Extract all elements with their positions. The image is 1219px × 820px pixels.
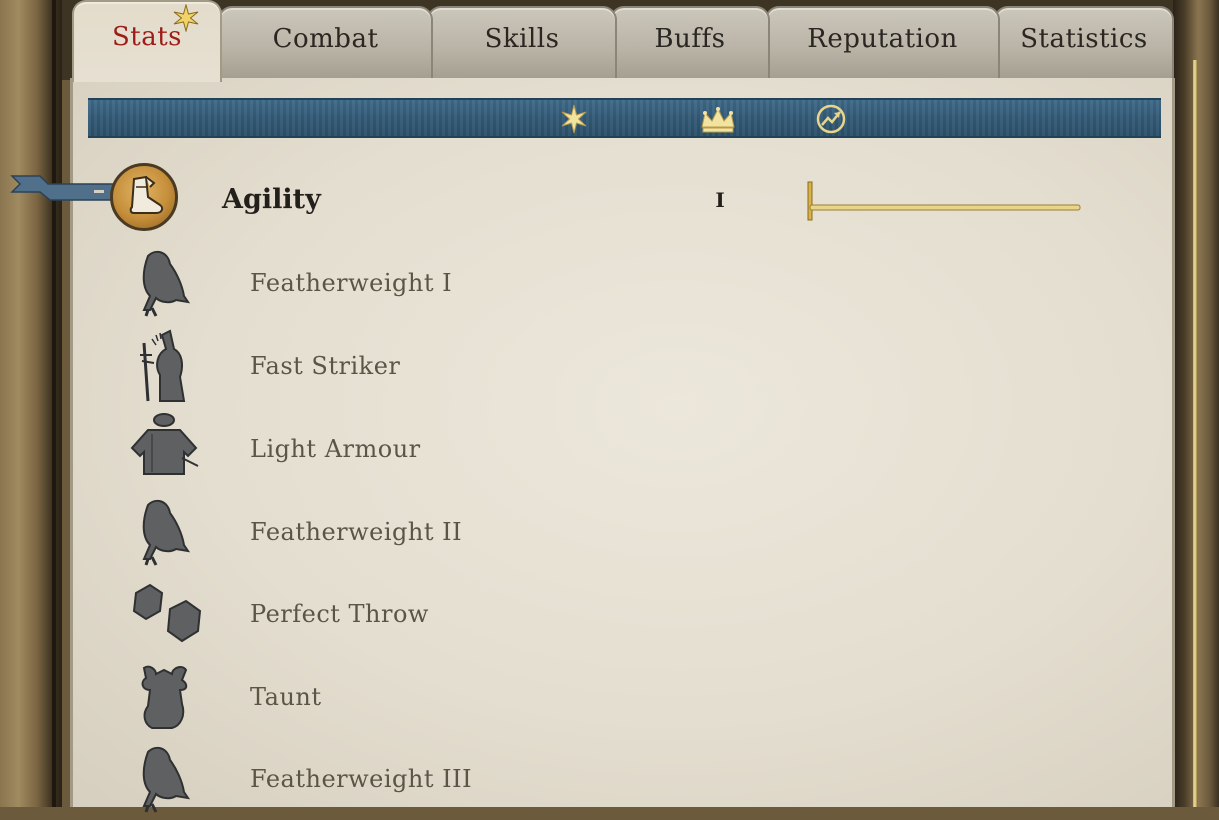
perk-label: Light Armour: [250, 435, 421, 463]
new-star-icon: [173, 4, 199, 32]
perk-perfect-throw[interactable]: Perfect Throw: [120, 575, 720, 655]
perk-label: Featherweight II: [250, 518, 463, 546]
tab-bar: Statistics Reputation Buffs Skills Comba…: [70, 0, 1175, 82]
stones-icon: [132, 583, 202, 643]
bird-icon: [142, 250, 191, 317]
progress-arrow-icon[interactable]: [815, 103, 847, 135]
frame-right: [1173, 0, 1219, 807]
perk-label: Featherweight I: [250, 269, 453, 297]
tab-buffs[interactable]: Buffs: [610, 6, 770, 78]
agility-emblem: [110, 163, 178, 231]
perk-taunt[interactable]: Taunt: [120, 658, 720, 738]
perk-featherweight-3[interactable]: Featherweight III: [120, 740, 720, 820]
frame-rod: [1193, 60, 1197, 807]
jester-icon: [141, 665, 188, 729]
star-icon[interactable]: [558, 103, 590, 135]
stat-name: Agility: [222, 184, 321, 215]
perk-label: Taunt: [250, 683, 322, 711]
tunic-icon: [130, 413, 199, 475]
perk-label: Perfect Throw: [250, 600, 429, 628]
bookmark-ribbon[interactable]: [10, 170, 118, 206]
frame-left: [0, 0, 62, 807]
stat-progress-bar: [807, 181, 1081, 221]
category-banner: [88, 98, 1161, 138]
perk-featherweight-1[interactable]: Featherweight I: [120, 244, 720, 324]
tab-combat[interactable]: Combat: [218, 6, 433, 78]
perk-fast-striker[interactable]: Fast Striker: [120, 327, 720, 407]
perk-light-armour[interactable]: Light Armour: [120, 410, 720, 490]
bird-icon: [142, 499, 191, 566]
perk-label: Featherweight III: [250, 765, 473, 793]
boot-icon: [129, 175, 164, 214]
hare-icon: [140, 329, 186, 402]
tab-reputation[interactable]: Reputation: [765, 6, 1000, 78]
crown-icon[interactable]: [698, 103, 738, 135]
perk-label: Fast Striker: [250, 352, 401, 380]
perk-featherweight-2[interactable]: Featherweight II: [120, 493, 720, 573]
tab-skills[interactable]: Skills: [427, 6, 617, 78]
tab-statistics[interactable]: Statistics: [994, 6, 1174, 78]
stat-level: I: [715, 188, 725, 212]
tab-stats[interactable]: Stats: [72, 0, 222, 82]
